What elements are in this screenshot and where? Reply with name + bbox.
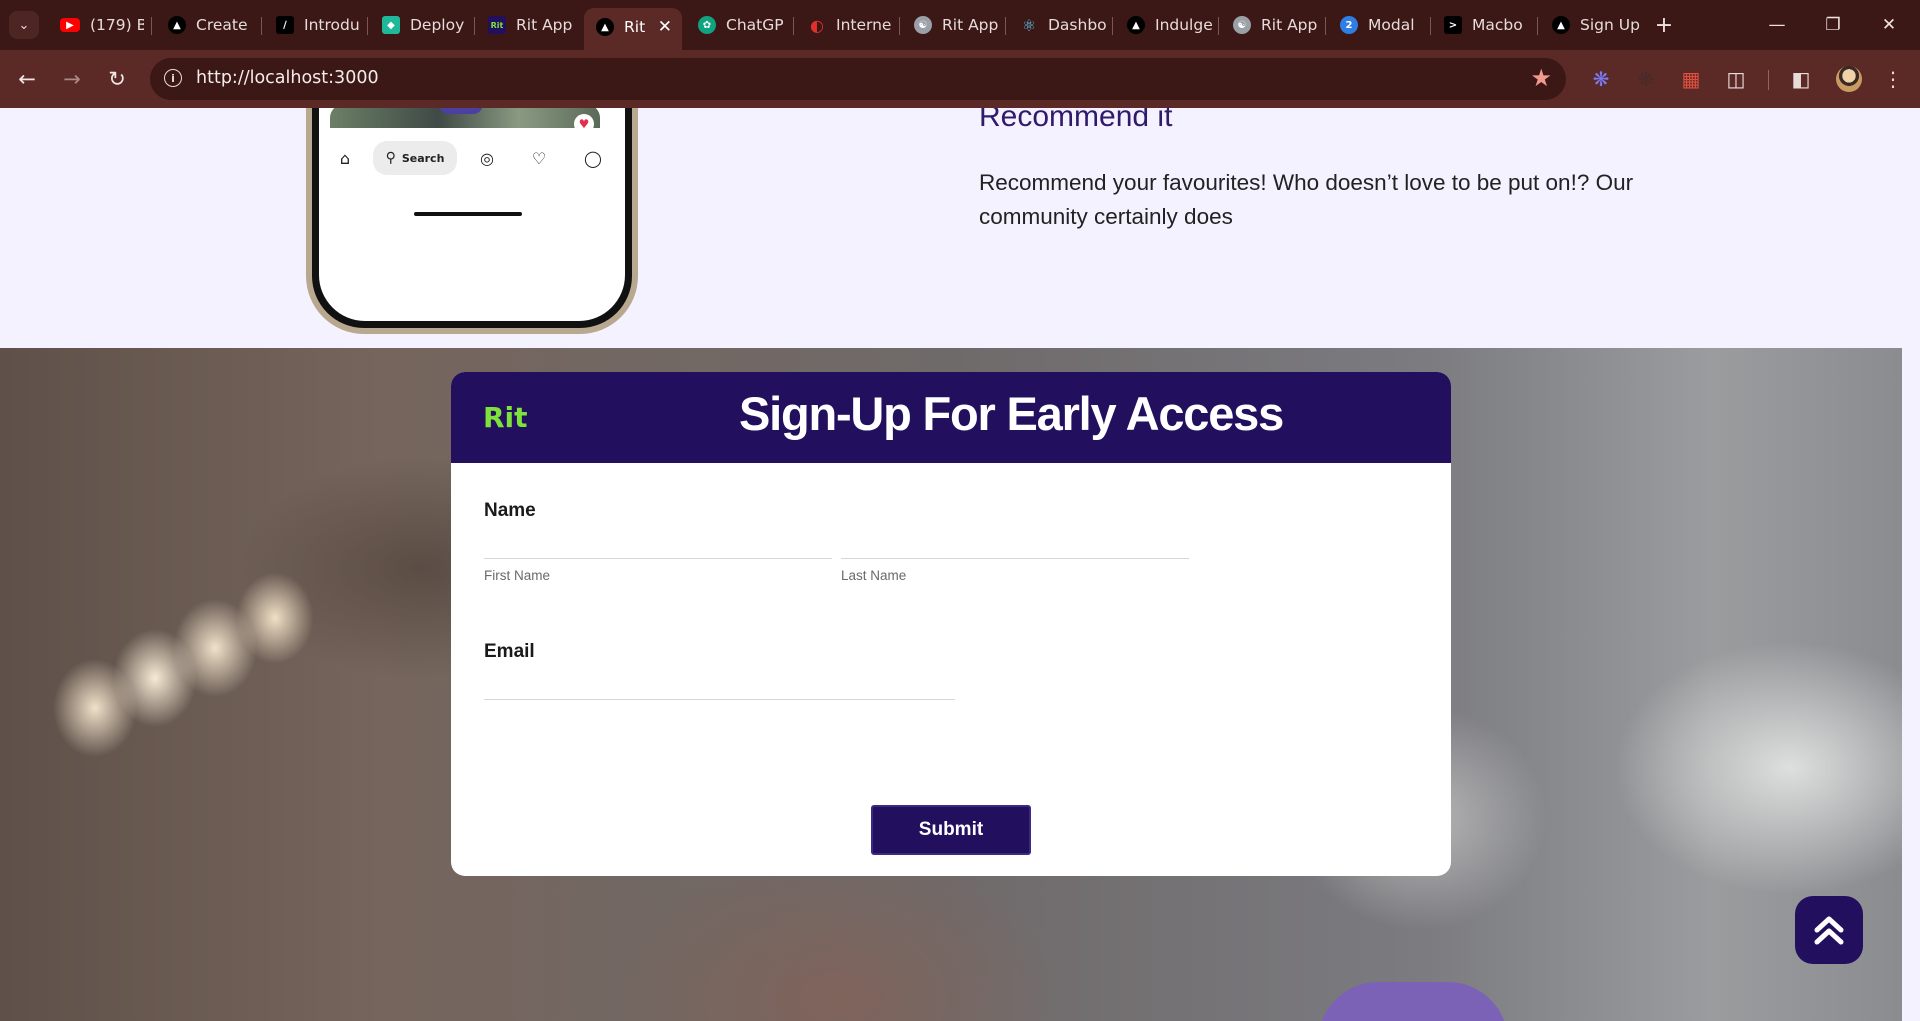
tab-internet[interactable]: ◐ Interne xyxy=(796,10,896,40)
tab-macbook[interactable]: > Macbo xyxy=(1432,10,1538,40)
globe-icon: ☯ xyxy=(914,16,932,34)
close-window-icon[interactable]: ✕ xyxy=(1866,12,1912,38)
home-icon: ⌂ xyxy=(339,148,351,168)
tab-rit-app-3[interactable]: ☯ Rit App xyxy=(1221,10,1323,40)
tab-dashboard[interactable]: ⚛ Dashbo xyxy=(1008,10,1110,40)
page-viewport: ♥ ⌂ ⚲ Search ◎ ♡ ◯ Recommend it Recommen… xyxy=(0,108,1920,1021)
vercel-icon: ▲ xyxy=(1552,16,1570,34)
submit-button[interactable]: Submit xyxy=(871,805,1031,855)
phone-bezel: ♥ ⌂ ⚲ Search ◎ ♡ ◯ xyxy=(312,108,632,328)
chevron-down-icon: ⌄ xyxy=(18,17,30,33)
tab-youtube[interactable]: ▶ (179) B xyxy=(48,10,144,40)
double-chevron-up-icon xyxy=(1814,916,1844,945)
reload-icon[interactable]: ↻ xyxy=(104,66,130,92)
address-bar[interactable]: i http://localhost:3000 ★ xyxy=(150,58,1566,100)
tab-sign-up[interactable]: ▲ Sign Up xyxy=(1540,10,1640,40)
url-text[interactable]: http://localhost:3000 xyxy=(196,68,379,88)
tab-separator xyxy=(1112,17,1113,35)
extensions-puzzle-icon[interactable]: ◫ xyxy=(1723,66,1749,92)
email-label: Email xyxy=(484,641,535,662)
recommend-heading: Recommend it xyxy=(979,108,1173,133)
tab-search-button[interactable]: ⌄ xyxy=(9,11,39,39)
vercel-icon: ▲ xyxy=(1127,16,1145,34)
minimize-icon[interactable]: — xyxy=(1754,12,1800,38)
slash-logo-icon: ∕ xyxy=(276,16,294,34)
tab-strip: ⌄ ▶ (179) B ▲ Create ∕ Introdu ◆ Deploy … xyxy=(0,0,1920,50)
profile-avatar[interactable] xyxy=(1836,66,1862,92)
tab-separator xyxy=(899,17,900,35)
first-name-input[interactable] xyxy=(484,522,832,559)
rit-icon: Rit xyxy=(488,16,506,34)
phone-bottom-nav: ⌂ ⚲ Search ◎ ♡ ◯ xyxy=(319,136,625,180)
globe-icon: ☯ xyxy=(1233,16,1251,34)
tab-separator xyxy=(474,17,475,35)
first-name-sublabel: First Name xyxy=(484,568,551,583)
page-right-edge xyxy=(1902,348,1920,1021)
tab-separator xyxy=(1218,17,1219,35)
restore-icon[interactable]: ❐ xyxy=(1810,12,1856,38)
extension-sparkle-icon[interactable]: ❋ xyxy=(1588,66,1614,92)
favourite-heart-icon: ♥ xyxy=(574,114,594,134)
phone-search-tab: ⚲ Search xyxy=(373,141,457,175)
tab-deploy[interactable]: ◆ Deploy xyxy=(370,10,472,40)
tab-separator xyxy=(793,17,794,35)
signup-card-header: Rit Sign-Up For Early Access xyxy=(451,372,1451,463)
features-section: ♥ ⌂ ⚲ Search ◎ ♡ ◯ Recommend it Recommen… xyxy=(0,108,1920,348)
back-arrow-icon[interactable]: ← xyxy=(14,66,40,92)
home-indicator xyxy=(414,212,522,216)
bookmark-star-icon[interactable]: ★ xyxy=(1530,64,1552,92)
tab-rit-active[interactable]: ▲ Rit ✕ xyxy=(584,8,682,50)
youtube-icon: ▶ xyxy=(60,18,80,32)
openai-icon: ✿ xyxy=(698,16,716,34)
phone-search-label: Search xyxy=(401,151,445,165)
forward-arrow-icon[interactable]: → xyxy=(59,66,85,92)
tab-rit-app-2[interactable]: ☯ Rit App xyxy=(902,10,1002,40)
last-name-input[interactable] xyxy=(841,522,1189,559)
signup-card: Rit Sign-Up For Early Access Name First … xyxy=(451,372,1451,876)
react-icon: ⚛ xyxy=(1021,15,1037,35)
name-label: Name xyxy=(484,500,536,521)
tab-chatgpt[interactable]: ✿ ChatGP xyxy=(686,10,786,40)
speedometer-icon: ◐ xyxy=(810,15,824,35)
tab-create[interactable]: ▲ Create xyxy=(156,10,256,40)
modal-logo-icon: 2 xyxy=(1340,16,1358,34)
tab-separator xyxy=(1430,17,1431,35)
tab-separator xyxy=(261,17,262,35)
site-info-icon[interactable]: i xyxy=(164,69,182,87)
last-name-sublabel: Last Name xyxy=(841,568,907,583)
heart-icon: ♡ xyxy=(531,148,547,168)
tab-modal[interactable]: 2 Modal xyxy=(1328,10,1428,40)
phone-mockup: ♥ ⌂ ⚲ Search ◎ ♡ ◯ xyxy=(306,108,638,334)
browser-toolbar: ← → ↻ i http://localhost:3000 ★ ❋ ❋ ▦ ◫ … xyxy=(0,50,1920,108)
extension-red-icon[interactable]: ▦ xyxy=(1678,66,1704,92)
signup-title: Sign-Up For Early Access xyxy=(738,387,1284,440)
tab-separator xyxy=(1537,17,1538,35)
scroll-to-top-button[interactable] xyxy=(1795,896,1863,964)
tab-separator xyxy=(367,17,368,35)
tab-separator xyxy=(151,17,152,35)
tab-separator xyxy=(1005,17,1006,35)
toolbar-separator xyxy=(1768,70,1769,90)
vercel-icon: ▲ xyxy=(168,16,186,34)
photo-pill xyxy=(439,108,483,114)
tab-rit-app-1[interactable]: Rit Rit App xyxy=(476,10,580,40)
tab-indulge[interactable]: ▲ Indulge xyxy=(1115,10,1217,40)
recommend-description: Recommend your favourites! Who doesn’t l… xyxy=(979,170,1634,229)
new-tab-plus-icon[interactable]: + xyxy=(1651,12,1677,38)
close-tab-icon[interactable]: ✕ xyxy=(658,17,672,37)
terminal-icon: > xyxy=(1444,16,1462,34)
vercel-icon: ▲ xyxy=(596,18,614,36)
email-input[interactable] xyxy=(484,663,955,700)
deploy-logo-icon: ◆ xyxy=(382,16,400,34)
search-icon: ⚲ xyxy=(385,150,396,166)
phone-screen: ♥ ⌂ ⚲ Search ◎ ♡ ◯ xyxy=(319,108,625,321)
extension-hidden-icon[interactable]: ❋ xyxy=(1633,66,1659,92)
compass-icon: ◎ xyxy=(480,148,494,168)
side-panel-icon[interactable]: ◧ xyxy=(1788,66,1814,92)
user-icon: ◯ xyxy=(584,148,602,168)
tab-introduction[interactable]: ∕ Introdu xyxy=(264,10,364,40)
tab-separator xyxy=(1325,17,1326,35)
more-menu-icon[interactable]: ⋮ xyxy=(1880,66,1906,92)
